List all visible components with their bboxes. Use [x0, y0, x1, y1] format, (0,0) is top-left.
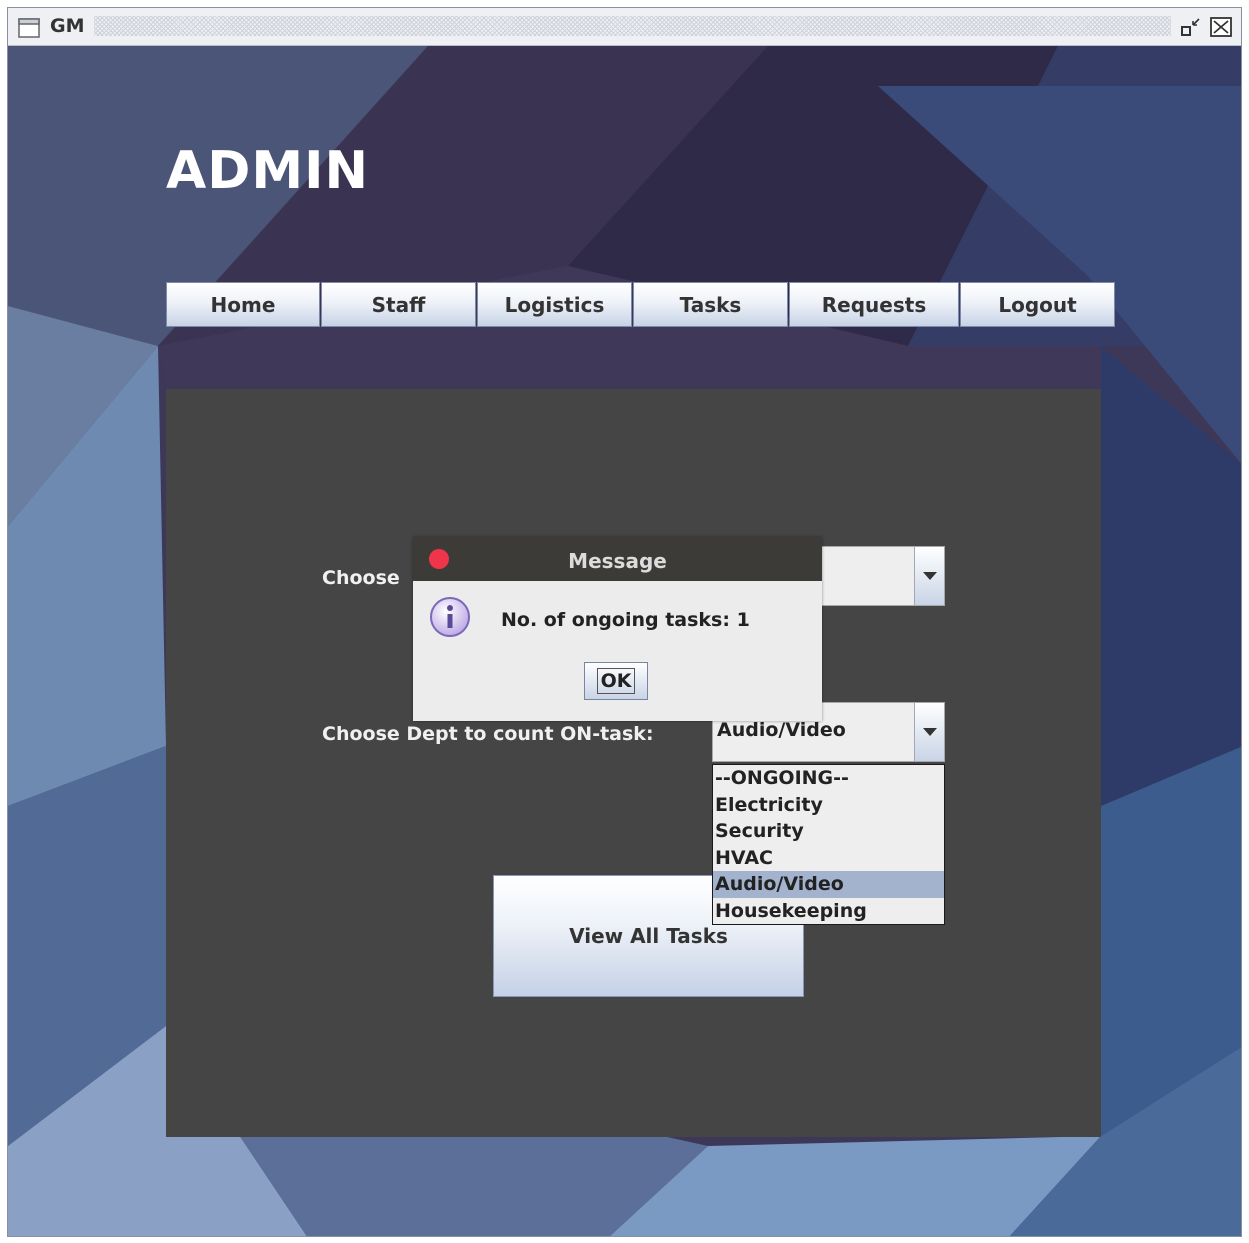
page-title: ADMIN	[166, 141, 370, 201]
dropdown-option[interactable]: --ONGOING--	[713, 765, 944, 792]
dept-combo-value: Audio/Video	[717, 719, 846, 741]
chevron-down-icon[interactable]	[914, 703, 944, 761]
nav-home-button[interactable]: Home	[166, 282, 320, 327]
content-area: ADMIN Home Staff Logistics Tasks Request…	[8, 46, 1241, 1236]
info-icon	[429, 596, 473, 644]
ok-button[interactable]: OK	[584, 662, 648, 700]
close-icon[interactable]	[1209, 16, 1233, 42]
dept-dropdown-list[interactable]: --ONGOING-- Electricity Security HVAC Au…	[712, 764, 945, 925]
message-dialog: Message No. of ongoing tasks: 1 OK	[413, 537, 822, 721]
first-combo-label: Choose	[322, 567, 400, 589]
dept-count-label: Choose Dept to count ON-task:	[322, 723, 654, 745]
window-titlebar[interactable]: GM	[8, 8, 1241, 46]
dropdown-option[interactable]: Housekeeping	[713, 898, 944, 925]
dropdown-option-selected[interactable]: Audio/Video	[713, 871, 944, 898]
dropdown-option[interactable]: Electricity	[713, 792, 944, 819]
nav-requests-button[interactable]: Requests	[789, 282, 959, 327]
window-title: GM	[50, 15, 85, 37]
nav-bar: Home Staff Logistics Tasks Requests Logo…	[166, 282, 1116, 327]
main-panel: Choose Choose Dept to count ON-task: Aud…	[166, 389, 1101, 1137]
ok-button-label: OK	[596, 668, 636, 694]
restore-icon[interactable]	[1179, 16, 1203, 42]
titlebar-hatch	[94, 16, 1171, 36]
dialog-message: No. of ongoing tasks: 1	[501, 609, 750, 631]
nav-logout-button[interactable]: Logout	[960, 282, 1115, 327]
nav-staff-button[interactable]: Staff	[321, 282, 476, 327]
dialog-title: Message	[568, 549, 667, 573]
window-icon	[18, 18, 40, 42]
chevron-down-icon[interactable]	[914, 547, 944, 605]
nav-logistics-button[interactable]: Logistics	[477, 282, 632, 327]
dropdown-option[interactable]: HVAC	[713, 845, 944, 872]
first-dept-combo[interactable]	[813, 546, 945, 606]
nav-tasks-button[interactable]: Tasks	[633, 282, 788, 327]
dialog-titlebar[interactable]: Message	[413, 537, 822, 581]
app-window: GM ADMIN Home Staff Logistics Tasks Requ…	[7, 7, 1242, 1237]
dropdown-option[interactable]: Security	[713, 818, 944, 845]
